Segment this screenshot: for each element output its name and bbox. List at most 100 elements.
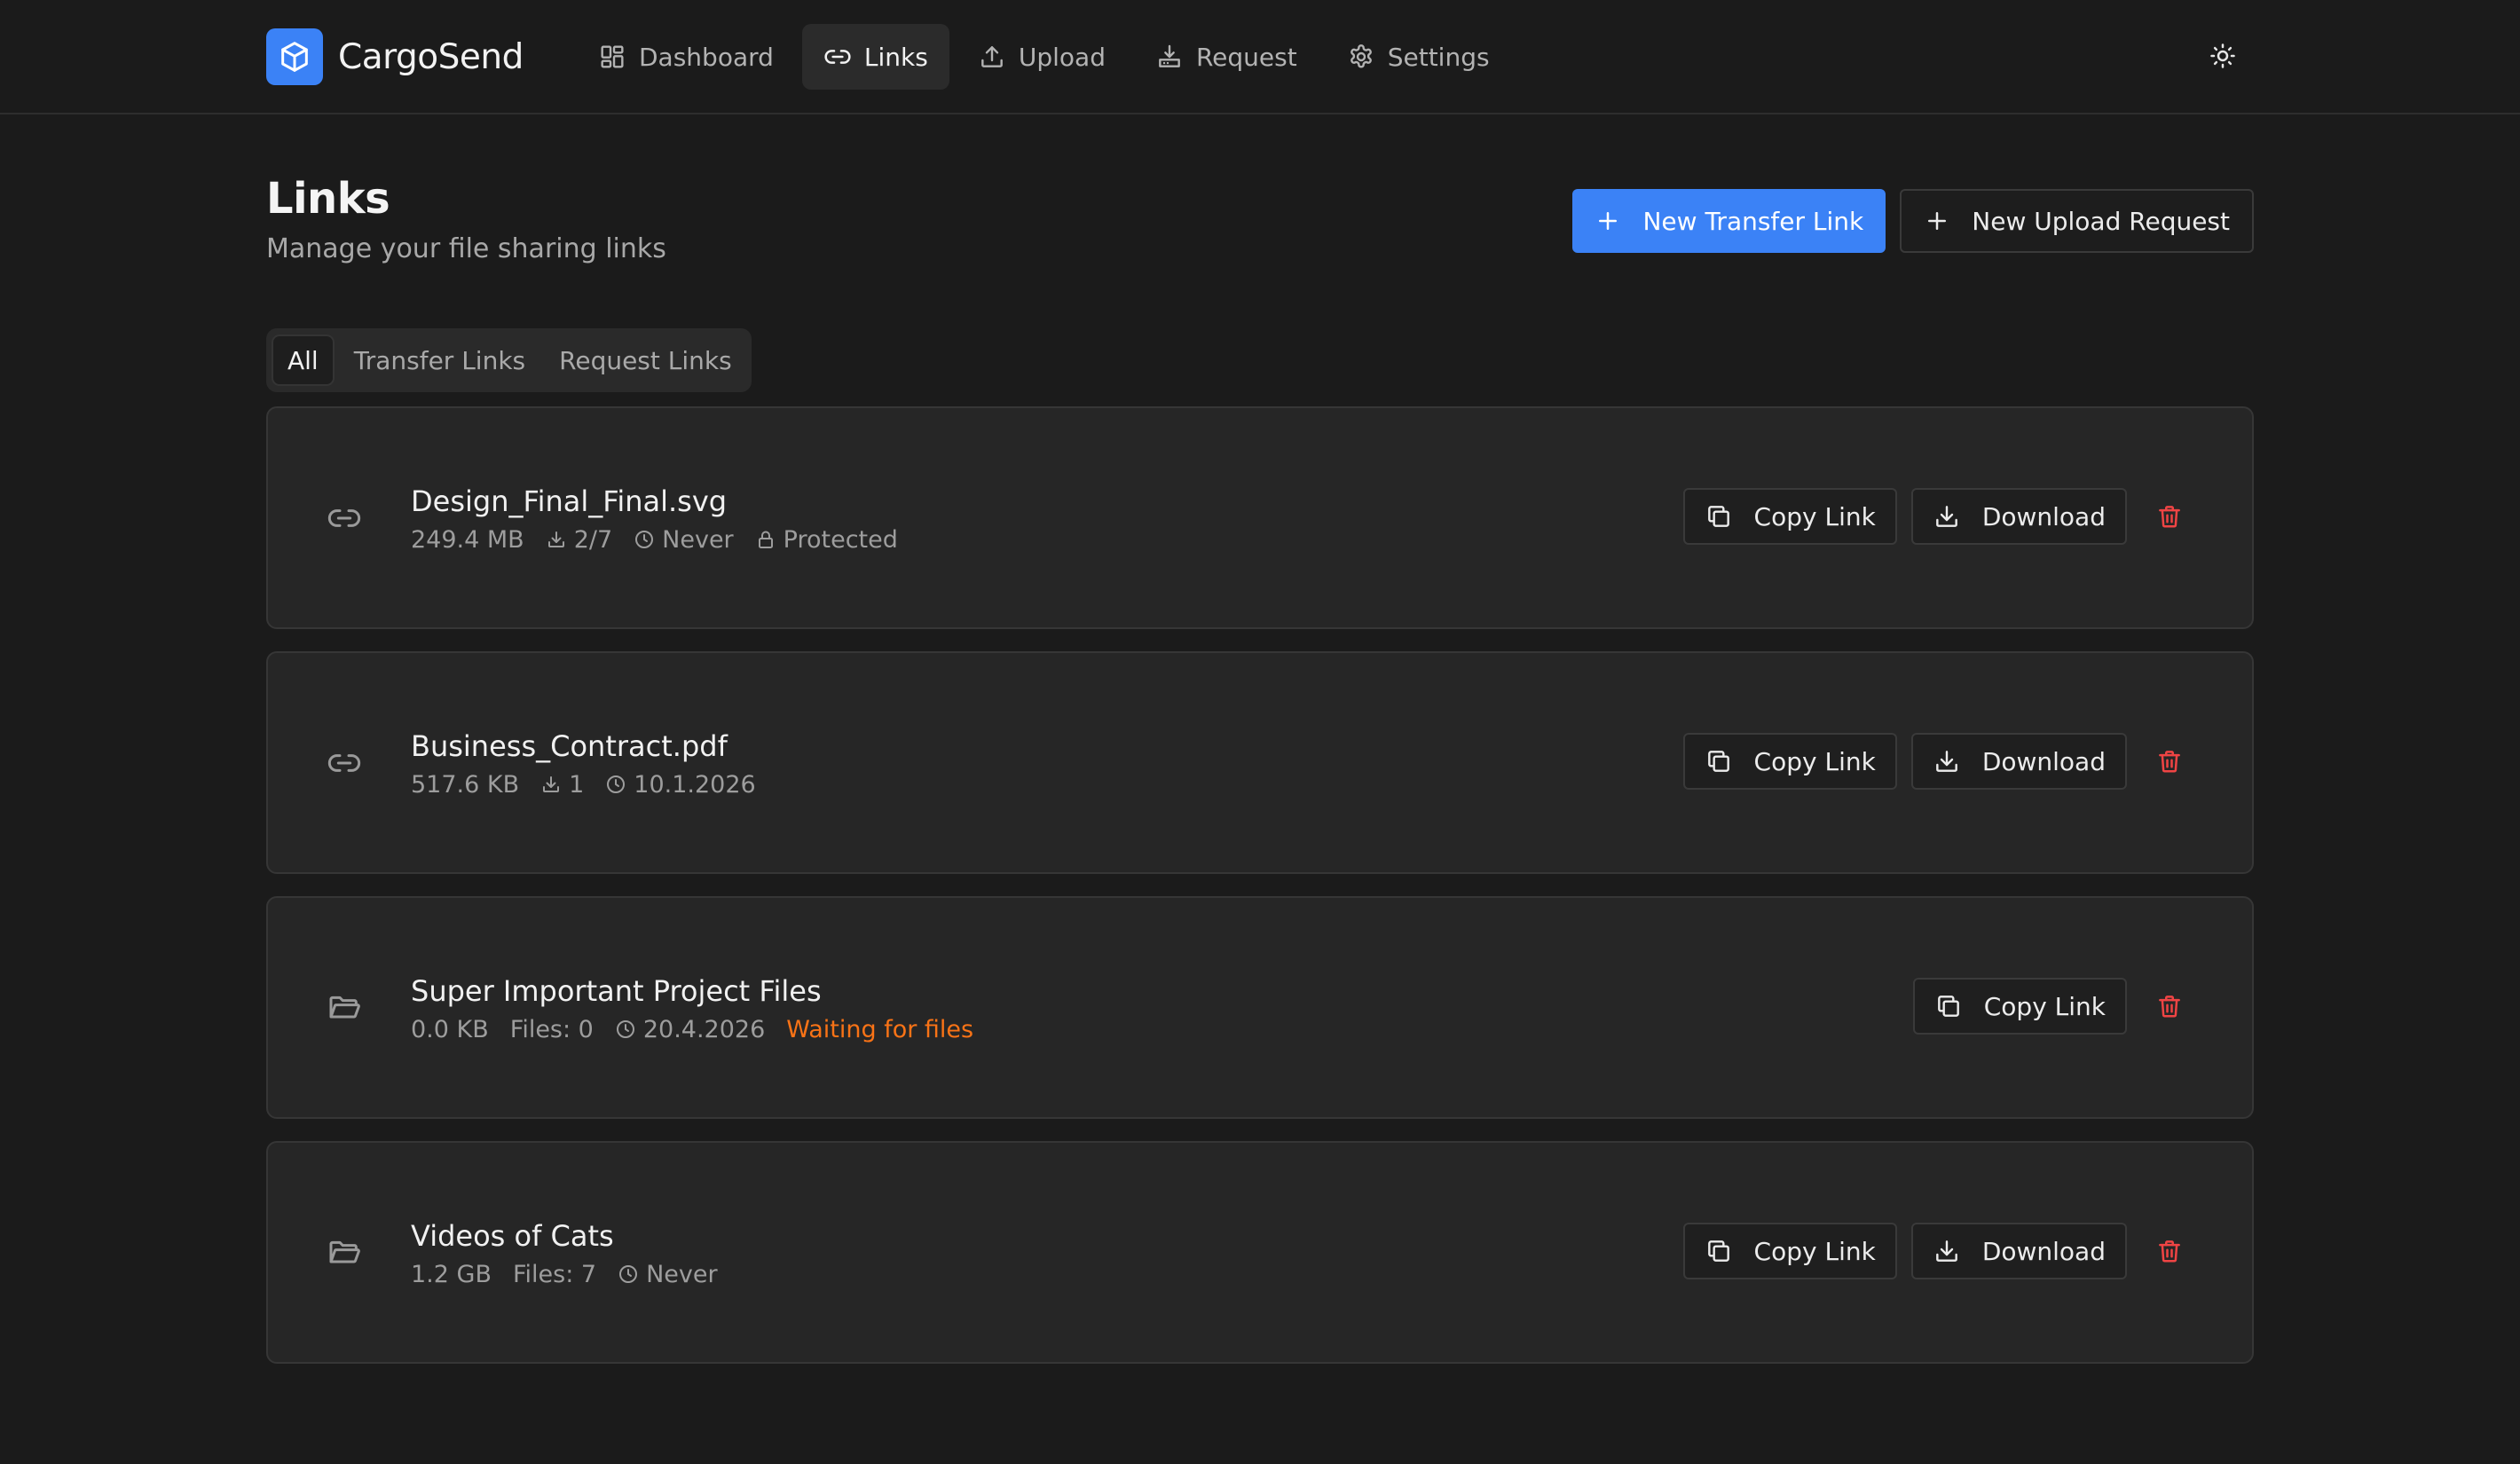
main-nav: Dashboard Links Upload Request Settings xyxy=(577,24,1511,90)
file-size: 1.2 GB xyxy=(411,1260,492,1288)
status-waiting: Waiting for files xyxy=(786,1015,974,1043)
nav-item-dashboard[interactable]: Dashboard xyxy=(577,24,795,90)
button-label: Copy Link xyxy=(1753,1236,1876,1266)
download-button[interactable]: Download xyxy=(1910,1223,2127,1279)
button-label: Download xyxy=(1981,746,2106,776)
plus-icon xyxy=(1595,208,1621,234)
request-actions: Copy Link xyxy=(1912,978,2194,1035)
request-card: Videos of Cats 1.2 GB Files: 7 Never Cop… xyxy=(266,1141,2254,1364)
link-icon xyxy=(823,43,852,71)
download-icon xyxy=(1933,747,1961,775)
expiry-value: 10.1.2026 xyxy=(634,770,756,799)
expiry-value: Never xyxy=(646,1260,718,1288)
trash-icon xyxy=(2156,503,2183,530)
delete-button[interactable] xyxy=(2145,488,2194,545)
request-name: Videos of Cats xyxy=(411,1219,614,1253)
copy-link-button[interactable]: Copy Link xyxy=(1912,978,2127,1035)
copy-icon xyxy=(1705,747,1733,775)
plus-icon xyxy=(1924,208,1950,234)
lock-icon xyxy=(755,529,776,550)
trash-icon xyxy=(2156,993,2183,1019)
expiry-value: 20.4.2026 xyxy=(642,1015,766,1043)
link-name: Business_Contract.pdf xyxy=(411,729,728,763)
clock-icon xyxy=(618,1263,639,1285)
inbox-download-icon xyxy=(1155,43,1184,71)
link-card: Design_Final_Final.svg 249.4 MB 2/7 Neve… xyxy=(266,406,2254,629)
nav-item-label: Request xyxy=(1195,42,1297,72)
cube-icon xyxy=(266,28,323,85)
nav-item-settings[interactable]: Settings xyxy=(1326,24,1511,90)
dashboard-icon xyxy=(598,43,626,71)
file-count: Files: 7 xyxy=(512,1260,597,1288)
expiry-value: Never xyxy=(662,525,734,554)
link-icon xyxy=(327,500,362,536)
header-actions: New Transfer Link New Upload Request xyxy=(1572,189,2254,253)
link-icon xyxy=(327,745,362,781)
download-button[interactable]: Download xyxy=(1910,733,2127,790)
download-count: 2/7 xyxy=(546,526,612,554)
tab-request-links[interactable]: Request Links xyxy=(545,335,746,386)
copy-link-button[interactable]: Copy Link xyxy=(1682,1223,1897,1279)
filter-tabs: All Transfer Links Request Links xyxy=(266,328,752,392)
upload-icon xyxy=(978,43,1006,71)
file-size: 0.0 KB xyxy=(411,1015,489,1043)
button-label: Copy Link xyxy=(1753,746,1876,776)
file-count: Files: 0 xyxy=(509,1015,594,1043)
file-size: 517.6 KB xyxy=(411,770,520,799)
links-list: Design_Final_Final.svg 249.4 MB 2/7 Neve… xyxy=(266,406,2254,1386)
expiry: Never xyxy=(634,526,734,554)
clock-icon xyxy=(605,774,626,795)
trash-icon xyxy=(2156,1238,2183,1264)
expiry: 10.1.2026 xyxy=(605,770,756,799)
expiry: Never xyxy=(618,1261,718,1288)
new-transfer-link-button[interactable]: New Transfer Link xyxy=(1572,189,1886,253)
link-meta: 249.4 MB 2/7 Never Protected xyxy=(411,523,898,555)
theme-toggle-button[interactable] xyxy=(2201,34,2245,78)
request-actions: Copy Link Download xyxy=(1682,1223,2194,1279)
protected-label: Protected xyxy=(783,525,898,554)
download-icon xyxy=(1933,1237,1961,1265)
nav-item-links[interactable]: Links xyxy=(801,24,949,90)
tab-transfer-links[interactable]: Transfer Links xyxy=(340,335,539,386)
button-label: Copy Link xyxy=(1753,501,1876,531)
copy-icon xyxy=(1934,992,1963,1020)
link-card: Business_Contract.pdf 517.6 KB 1 10.1.20… xyxy=(266,651,2254,874)
file-size: 249.4 MB xyxy=(411,525,524,554)
clock-icon xyxy=(634,529,655,550)
download-count: 1 xyxy=(540,771,584,799)
delete-button[interactable] xyxy=(2145,1223,2194,1279)
new-upload-request-button[interactable]: New Upload Request xyxy=(1900,189,2254,253)
request-name: Super Important Project Files xyxy=(411,974,822,1008)
top-navbar: CargoSend Dashboard Links Upload Request… xyxy=(0,0,2520,114)
brand[interactable]: CargoSend xyxy=(266,28,524,85)
link-actions: Copy Link Download xyxy=(1682,733,2194,790)
nav-item-request[interactable]: Request xyxy=(1134,24,1319,90)
link-name: Design_Final_Final.svg xyxy=(411,484,728,518)
page-title: Links xyxy=(266,174,390,224)
request-card: Super Important Project Files 0.0 KB Fil… xyxy=(266,896,2254,1119)
copy-icon xyxy=(1705,1237,1733,1265)
button-label: New Transfer Link xyxy=(1642,206,1864,236)
clock-icon xyxy=(615,1019,636,1040)
tab-all[interactable]: All xyxy=(272,335,335,386)
delete-button[interactable] xyxy=(2145,733,2194,790)
trash-icon xyxy=(2156,748,2183,775)
download-icon xyxy=(546,529,567,550)
download-button[interactable]: Download xyxy=(1910,488,2127,545)
nav-item-upload[interactable]: Upload xyxy=(957,24,1127,90)
delete-button[interactable] xyxy=(2145,978,2194,1035)
button-label: Copy Link xyxy=(1983,991,2106,1021)
app-name: CargoSend xyxy=(338,36,524,77)
page-subtitle: Manage your file sharing links xyxy=(266,233,666,264)
protected-badge: Protected xyxy=(755,526,898,554)
link-meta: 517.6 KB 1 10.1.2026 xyxy=(411,768,756,800)
copy-link-button[interactable]: Copy Link xyxy=(1682,733,1897,790)
button-label: Download xyxy=(1981,1236,2106,1266)
button-label: New Upload Request xyxy=(1972,206,2230,236)
download-icon xyxy=(1933,502,1961,531)
download-count-value: 2/7 xyxy=(573,525,613,554)
nav-item-label: Upload xyxy=(1018,42,1106,72)
download-count-value: 1 xyxy=(569,770,585,799)
copy-link-button[interactable]: Copy Link xyxy=(1682,488,1897,545)
nav-item-label: Settings xyxy=(1387,42,1490,72)
